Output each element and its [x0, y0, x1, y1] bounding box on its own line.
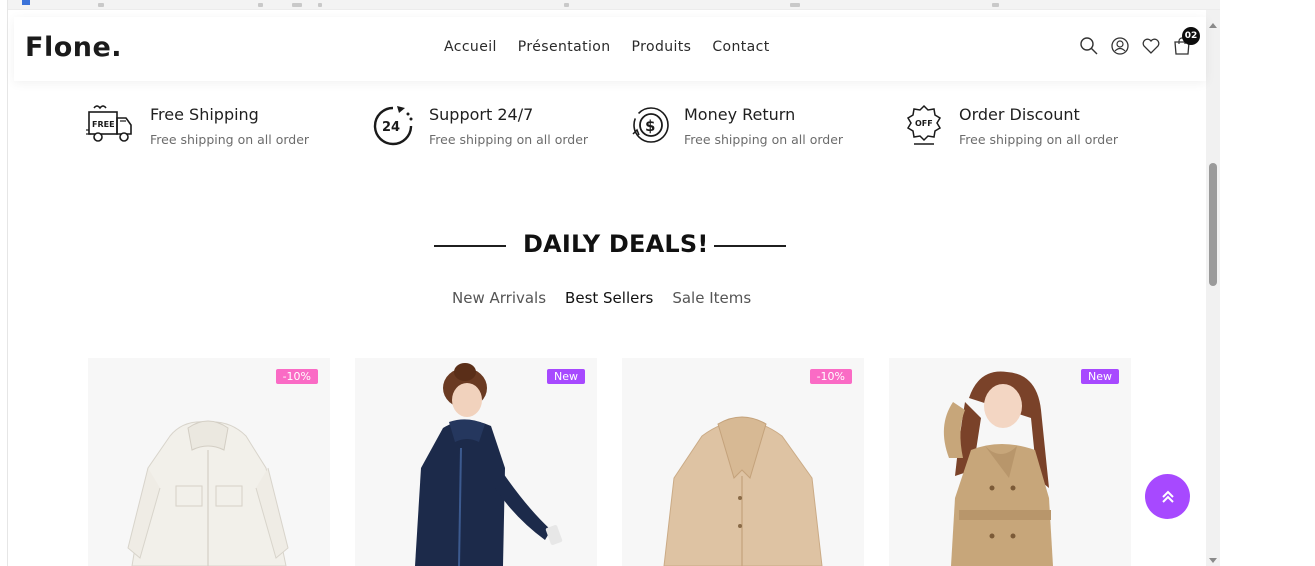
back-to-top-button[interactable]	[1145, 474, 1190, 519]
feature-title: Support 24/7	[429, 105, 534, 124]
heading-right-rule	[714, 245, 786, 247]
toolbar-tick	[258, 3, 263, 7]
feature-title: Free Shipping	[150, 105, 259, 124]
money-return-icon: $	[629, 104, 679, 148]
wishlist-icon[interactable]	[1140, 35, 1162, 57]
free-shipping-truck-icon: FREE	[86, 104, 136, 148]
features-row: FREE Free Shipping Free shipping on all …	[86, 104, 1146, 154]
toolbar-tick	[318, 3, 322, 7]
new-badge: New	[547, 369, 585, 384]
nav-link-produits[interactable]: Produits	[632, 39, 692, 55]
product-tabs: New Arrivals Best Sellers Sale Items	[452, 289, 751, 307]
toolbar-tick	[564, 3, 569, 7]
product-image-white-jacket[interactable]	[88, 358, 330, 566]
site-header: Flone. Accueil Présentation Produits Con…	[14, 17, 1206, 81]
tab-new-arrivals[interactable]: New Arrivals	[452, 289, 546, 307]
product-image-navy-coat-woman[interactable]	[355, 358, 597, 566]
main-nav: Accueil Présentation Produits Contact	[444, 39, 770, 55]
support-24-icon: 24	[371, 104, 421, 148]
order-discount-icon: OFF	[906, 104, 956, 148]
cart-icon[interactable]: 02	[1171, 27, 1200, 57]
double-chevron-up-icon	[1161, 490, 1174, 503]
toolbar-tick	[992, 3, 999, 7]
scrollbar-thumb[interactable]	[1209, 163, 1217, 286]
top-toolbar-strip	[8, 0, 1220, 10]
daily-deals-heading: DAILY DEALS!	[434, 228, 786, 264]
feature-desc: Free shipping on all order	[684, 132, 844, 147]
tab-sale-items[interactable]: Sale Items	[672, 289, 751, 307]
page-scrollbar[interactable]	[1206, 10, 1220, 566]
feature-desc: Free shipping on all order	[959, 132, 1119, 147]
cart-count-badge: 02	[1182, 27, 1200, 45]
account-icon[interactable]	[1109, 35, 1131, 57]
svg-text:$: $	[645, 117, 655, 135]
toolbar-tick	[292, 3, 302, 7]
svg-text:OFF: OFF	[915, 119, 933, 128]
search-icon[interactable]	[1078, 35, 1100, 57]
product-image-beige-teddy-coat[interactable]	[622, 358, 864, 566]
toolbar-tick	[790, 3, 800, 7]
toolbar-tick	[98, 3, 104, 7]
window-left-edge	[0, 0, 8, 566]
discount-badge: -10%	[275, 369, 318, 384]
nav-link-accueil[interactable]: Accueil	[444, 39, 497, 55]
product-image-trench-coat-woman[interactable]	[889, 358, 1131, 566]
scroll-down-arrow-icon[interactable]	[1209, 558, 1217, 563]
scroll-up-arrow-icon[interactable]	[1209, 23, 1217, 28]
product-card[interactable]: New	[355, 358, 597, 566]
nav-link-contact[interactable]: Contact	[712, 39, 769, 55]
toolbar-blue-marker	[22, 0, 30, 5]
feature-desc: Free shipping on all order	[150, 132, 310, 147]
product-card[interactable]: New	[889, 358, 1131, 566]
header-actions: 02	[1078, 27, 1200, 57]
nav-link-presentation[interactable]: Présentation	[518, 39, 611, 55]
feature-title: Money Return	[684, 105, 796, 124]
site-logo[interactable]: Flone.	[25, 32, 122, 63]
svg-text:FREE: FREE	[92, 120, 115, 129]
new-badge: New	[1081, 369, 1119, 384]
heading-left-rule	[434, 245, 506, 247]
svg-text:24: 24	[382, 120, 400, 135]
discount-badge: -10%	[809, 369, 852, 384]
section-title-text: DAILY DEALS!	[523, 230, 709, 258]
feature-title: Order Discount	[959, 105, 1080, 124]
product-card[interactable]: -10%	[88, 358, 330, 566]
tab-best-sellers[interactable]: Best Sellers	[565, 289, 653, 307]
product-card[interactable]: -10%	[622, 358, 864, 566]
feature-desc: Free shipping on all order	[429, 132, 589, 147]
